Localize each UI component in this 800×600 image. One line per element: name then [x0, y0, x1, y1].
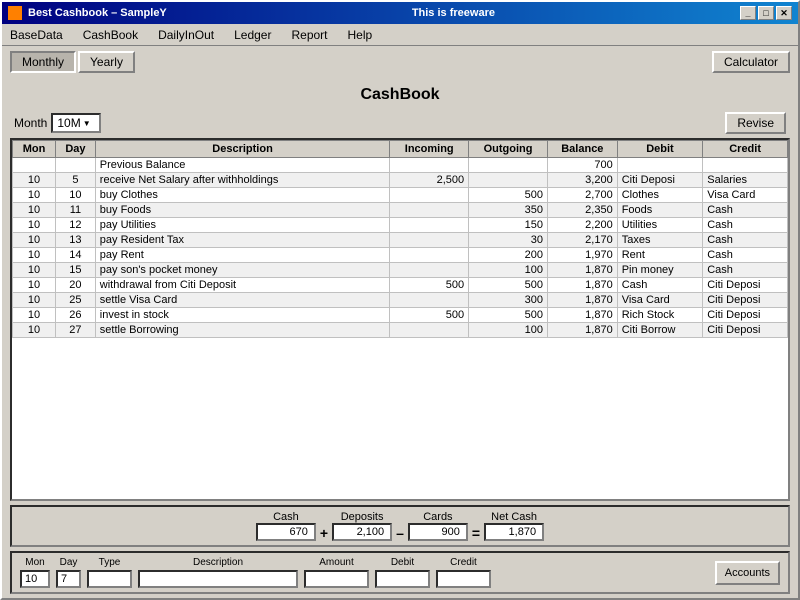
menu-report[interactable]: Report: [287, 27, 331, 43]
form-type-input[interactable]: [87, 570, 132, 588]
toolbar-left: Monthly Yearly: [10, 51, 135, 73]
deposits-label: Deposits: [341, 511, 384, 523]
form-credit-field: Credit: [436, 557, 491, 588]
op3: =: [472, 525, 480, 541]
form-mon-field: Mon: [20, 557, 50, 588]
cash-label: Cash: [273, 511, 299, 523]
op1: +: [320, 525, 328, 541]
menu-cashbook[interactable]: CashBook: [79, 27, 142, 43]
app-icon: [8, 6, 22, 20]
title-buttons: _ □ ✕: [740, 6, 792, 20]
table-row[interactable]: 1026invest in stock5005001,870Rich Stock…: [13, 308, 788, 323]
col-header-incoming: Incoming: [390, 141, 469, 158]
col-header-outgoing: Outgoing: [469, 141, 548, 158]
close-button[interactable]: ✕: [776, 6, 792, 20]
table-row[interactable]: Previous Balance700: [13, 158, 788, 173]
month-value: 10M: [57, 116, 80, 130]
summary-bar: Cash 670 + Deposits 2,100 – Cards 900 = …: [10, 505, 790, 547]
form-debit-input[interactable]: [375, 570, 430, 588]
cards-label: Cards: [423, 511, 452, 523]
entry-form: Mon Day Type Description Amount Debit: [10, 551, 790, 594]
monthly-button[interactable]: Monthly: [10, 51, 76, 73]
form-day-label: Day: [60, 557, 78, 568]
top-controls: Month 10M ▼ Revise: [10, 112, 790, 134]
menu-dailyinout[interactable]: DailyInOut: [154, 27, 218, 43]
table-row[interactable]: 1020withdrawal from Citi Deposit5005001,…: [13, 278, 788, 293]
col-header-day: Day: [56, 141, 96, 158]
col-header-credit: Credit: [703, 141, 788, 158]
form-description-input[interactable]: [138, 570, 298, 588]
yearly-button[interactable]: Yearly: [78, 51, 135, 73]
table-row[interactable]: 105receive Net Salary after withholdings…: [13, 173, 788, 188]
table-row[interactable]: 1027settle Borrowing1001,870Citi BorrowC…: [13, 323, 788, 338]
summary-deposits: Deposits 2,100: [332, 511, 392, 541]
form-day-field: Day: [56, 557, 81, 588]
net-cash-value: 1,870: [484, 523, 544, 541]
title-bar: Best Cashbook – SampleY This is freeware…: [2, 2, 798, 24]
table-row[interactable]: 1012pay Utilities1502,200UtilitiesCash: [13, 218, 788, 233]
calculator-button[interactable]: Calculator: [712, 51, 790, 73]
col-header-debit: Debit: [617, 141, 703, 158]
accounts-button[interactable]: Accounts: [715, 561, 780, 585]
summary-net-cash: Net Cash 1,870: [484, 511, 544, 541]
cashbook-table-container: Mon Day Description Incoming Outgoing Ba…: [10, 138, 790, 501]
toolbar: Monthly Yearly Calculator: [2, 46, 798, 78]
summary-cash: Cash 670: [256, 511, 316, 541]
content-area: CashBook Month 10M ▼ Revise Mon Day Desc…: [2, 78, 798, 598]
cash-value: 670: [256, 523, 316, 541]
minimize-button[interactable]: _: [740, 6, 756, 20]
month-label: Month: [14, 116, 47, 130]
form-credit-input[interactable]: [436, 570, 491, 588]
form-amount-input[interactable]: [304, 570, 369, 588]
form-description-label: Description: [193, 557, 243, 568]
form-type-label: Type: [99, 557, 121, 568]
page-title: CashBook: [10, 82, 790, 108]
summary-cards: Cards 900: [408, 511, 468, 541]
cards-value: 900: [408, 523, 468, 541]
title-bar-left: Best Cashbook – SampleY: [8, 6, 167, 20]
main-window: Best Cashbook – SampleY This is freeware…: [0, 0, 800, 600]
form-amount-field: Amount: [304, 557, 369, 588]
table-header-row: Mon Day Description Incoming Outgoing Ba…: [13, 141, 788, 158]
form-description-field: Description: [138, 557, 298, 588]
table-row[interactable]: 1013pay Resident Tax302,170TaxesCash: [13, 233, 788, 248]
table-row[interactable]: 1011buy Foods3502,350FoodsCash: [13, 203, 788, 218]
col-header-mon: Mon: [13, 141, 56, 158]
form-mon-label: Mon: [25, 557, 44, 568]
form-debit-field: Debit: [375, 557, 430, 588]
menu-bar: BaseData CashBook DailyInOut Ledger Repo…: [2, 24, 798, 46]
window-title: Best Cashbook – SampleY: [28, 7, 167, 19]
form-debit-label: Debit: [391, 557, 414, 568]
cashbook-table: Mon Day Description Incoming Outgoing Ba…: [12, 140, 788, 338]
window-subtitle: This is freeware: [412, 7, 495, 19]
menu-ledger[interactable]: Ledger: [230, 27, 275, 43]
table-row[interactable]: 1014pay Rent2001,970RentCash: [13, 248, 788, 263]
table-row[interactable]: 1025settle Visa Card3001,870Visa CardCit…: [13, 293, 788, 308]
form-mon-input[interactable]: [20, 570, 50, 588]
menu-help[interactable]: Help: [344, 27, 377, 43]
deposits-value: 2,100: [332, 523, 392, 541]
form-credit-label: Credit: [450, 557, 477, 568]
table-row[interactable]: 1010buy Clothes5002,700ClothesVisa Card: [13, 188, 788, 203]
op2: –: [396, 525, 404, 541]
form-amount-label: Amount: [319, 557, 353, 568]
maximize-button[interactable]: □: [758, 6, 774, 20]
table-row[interactable]: 1015pay son's pocket money1001,870Pin mo…: [13, 263, 788, 278]
net-cash-label: Net Cash: [491, 511, 537, 523]
col-header-description: Description: [95, 141, 390, 158]
month-selector: Month 10M ▼: [14, 113, 101, 133]
menu-basedata[interactable]: BaseData: [6, 27, 67, 43]
revise-button[interactable]: Revise: [725, 112, 786, 134]
col-header-balance: Balance: [547, 141, 617, 158]
form-type-field: Type: [87, 557, 132, 588]
month-dropdown[interactable]: 10M ▼: [51, 113, 101, 133]
dropdown-arrow-icon: ▼: [83, 119, 91, 128]
form-day-input[interactable]: [56, 570, 81, 588]
